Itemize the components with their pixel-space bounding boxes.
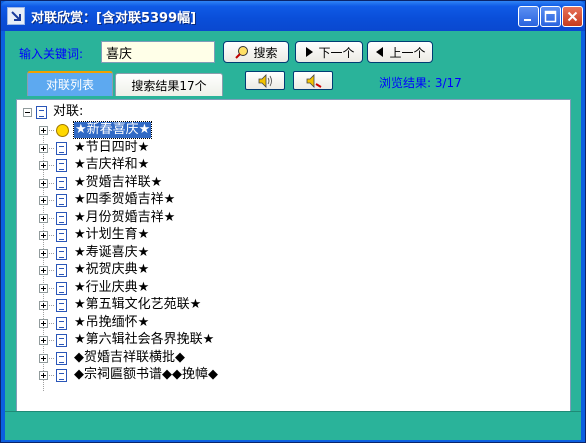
document-icon [56, 299, 67, 312]
tree-item[interactable]: ★四季贺婚吉祥★ [17, 192, 517, 209]
document-icon [56, 334, 67, 347]
tree-item-label: ★四季贺婚吉祥★ [74, 192, 176, 207]
tree-item[interactable]: ★行业庆典★ [17, 280, 517, 297]
tree-item-label: ★贺婚吉祥联★ [74, 174, 163, 190]
expand-toggle-icon[interactable] [39, 318, 48, 328]
tree-item[interactable]: ★寿诞喜庆★ [17, 245, 517, 262]
status-bar [5, 411, 581, 433]
search-icon [235, 46, 249, 59]
play-right-icon [306, 47, 314, 57]
expand-toggle-icon[interactable] [39, 248, 48, 258]
document-icon [56, 229, 67, 242]
expand-toggle-icon[interactable] [39, 336, 48, 345]
search-button-label: 搜索 [253, 45, 278, 60]
tree-item-label: ★行业庆典★ [74, 279, 150, 295]
tree-item-label: ★吊挽缅怀★ [74, 314, 150, 330]
tree-item[interactable]: ★新春喜庆★ [17, 121, 517, 139]
expand-toggle-icon[interactable] [39, 143, 48, 153]
main-panel: 输入关键词: 搜索 下一个 上一个 对联列表 搜索结果17个 浏览结果: 3/1… [5, 31, 581, 440]
speaker-icon [258, 74, 272, 88]
expand-toggle-icon[interactable] [39, 266, 48, 275]
maximize-button[interactable] [540, 6, 561, 27]
expand-toggle-icon[interactable] [39, 283, 48, 293]
expand-toggle-icon[interactable] [39, 196, 48, 205]
tree-item[interactable]: ★第五辑文化艺苑联★ [17, 297, 517, 314]
tree-item[interactable]: ★吉庆祥和★ [17, 157, 517, 174]
speaker-stop-button[interactable] [293, 71, 333, 90]
expand-toggle-icon[interactable] [39, 161, 48, 170]
title-bar[interactable]: 对联欣赏：[含对联5399幅] [1, 1, 585, 31]
close-button[interactable] [562, 6, 583, 27]
document-icon [56, 369, 67, 382]
tree-item[interactable]: ★吊挽缅怀★ [17, 315, 517, 332]
expand-toggle-icon[interactable] [39, 231, 48, 240]
document-icon [56, 211, 67, 225]
document-icon [56, 176, 67, 190]
prev-button[interactable]: 上一个 [367, 41, 433, 63]
tab-couplet-list[interactable]: 对联列表 [27, 71, 113, 96]
document-icon [56, 246, 67, 260]
tree-item-label: ★第五辑文化艺苑联★ [74, 297, 202, 312]
tree-item[interactable]: ★第六辑社会各界挽联★ [17, 332, 517, 349]
expand-toggle-icon[interactable] [39, 353, 48, 363]
document-icon [56, 159, 67, 172]
tree-item[interactable]: ◆宗祠匾额书谱◆◆挽幛◆ [17, 367, 517, 384]
tree-item[interactable]: ◆贺婚吉祥联横批◆ [17, 350, 517, 367]
document-icon [56, 316, 67, 330]
document-icon [36, 106, 47, 119]
search-button[interactable]: 搜索 [223, 41, 289, 63]
window-title: 对联欣赏：[含对联5399幅] [31, 11, 197, 26]
document-icon [56, 141, 67, 155]
tree-root[interactable]: 对联: [17, 104, 517, 121]
document-icon [56, 194, 67, 207]
expand-toggle-icon[interactable] [39, 178, 48, 188]
document-icon [56, 264, 67, 277]
tree-item-label: ★计划生育★ [74, 227, 150, 242]
tree-item[interactable]: ★节日四时★ [17, 140, 517, 157]
tree-item-label: ★新春喜庆★ [72, 121, 153, 139]
tree-item-label: ◆贺婚吉祥联横批◆ [74, 349, 185, 365]
document-icon [56, 351, 67, 365]
keyword-label: 输入关键词: [19, 47, 84, 61]
tree-item[interactable]: ★计划生育★ [17, 227, 517, 244]
tree-item[interactable]: ★祝贺庆典★ [17, 262, 517, 279]
tree-item[interactable]: ★月份贺婚吉祥★ [17, 210, 517, 227]
tree-item-label: ★吉庆祥和★ [74, 157, 150, 172]
speaker-mute-icon [306, 74, 322, 88]
expand-toggle-icon[interactable] [39, 301, 48, 310]
tree-item[interactable]: ★贺婚吉祥联★ [17, 175, 517, 192]
tree-item-label: ★月份贺婚吉祥★ [74, 209, 176, 225]
prev-button-label: 上一个 [389, 45, 426, 60]
tree-item-label: ★第六辑社会各界挽联★ [74, 332, 215, 347]
keyword-input[interactable] [101, 41, 215, 63]
tree-item-label: ★祝贺庆典★ [74, 262, 150, 277]
tree-root-label: 对联: [53, 104, 84, 119]
play-left-icon [376, 47, 384, 57]
expand-toggle-icon[interactable] [39, 126, 48, 135]
next-button-label: 下一个 [318, 45, 355, 60]
minimize-button[interactable] [518, 6, 539, 27]
next-button[interactable]: 下一个 [295, 41, 363, 63]
tree-item-label: ★寿诞喜庆★ [74, 244, 150, 260]
app-icon[interactable] [7, 7, 25, 25]
document-icon [56, 281, 67, 295]
browse-status: 浏览结果: 3/17 [379, 76, 462, 90]
tab-search-results[interactable]: 搜索结果17个 [115, 73, 223, 96]
expand-toggle-icon[interactable] [39, 213, 48, 223]
app-window: 对联欣赏：[含对联5399幅] 输入关键词: 搜索 下一个 上一个 对联列表 搜… [0, 0, 586, 443]
expand-toggle-icon[interactable] [39, 371, 48, 380]
collapse-toggle-icon[interactable] [23, 108, 32, 117]
tree-item-label: ◆宗祠匾额书谱◆◆挽幛◆ [74, 367, 218, 382]
tree-item-label: ★节日四时★ [74, 139, 150, 155]
speaker-button[interactable] [245, 71, 285, 90]
couplet-tree[interactable]: 对联: ★新春喜庆★ ★节日四时★ ★吉庆祥和★ ★贺婚吉祥联★ ★四季贺婚吉祥★ ★月份… [16, 99, 571, 424]
smiley-icon [56, 124, 69, 137]
